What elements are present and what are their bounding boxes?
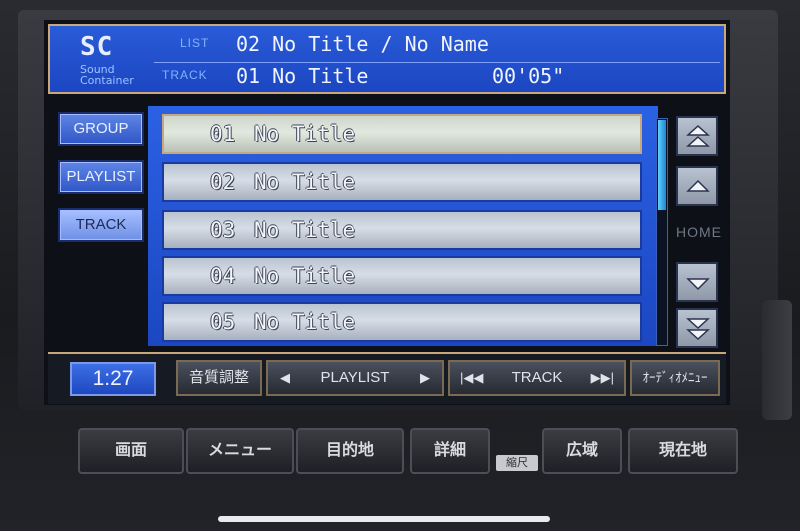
scrollbar-thumb[interactable]	[658, 120, 666, 210]
track-number: 05	[210, 310, 236, 334]
arrow-left-icon: ◀	[280, 370, 290, 385]
scroll-down-button[interactable]	[676, 262, 718, 302]
detail-button[interactable]: 詳細	[410, 428, 490, 474]
track-row[interactable]: 01 No Title	[162, 114, 642, 154]
double-chevron-down-icon	[686, 318, 710, 341]
track-label: TRACK	[162, 68, 208, 82]
page-up-button[interactable]	[676, 116, 718, 156]
arrow-right-icon: ▶	[420, 370, 430, 385]
header-divider	[154, 62, 720, 63]
track-row[interactable]: 02 No Title	[162, 162, 642, 202]
track-row[interactable]: 04 No Title	[162, 256, 642, 296]
playlist-nav-button[interactable]: ◀ PLAYLIST ▶	[266, 360, 444, 396]
list-scrollbar[interactable]	[656, 118, 668, 346]
clock: 1:27	[70, 362, 156, 396]
logo-text: SC	[80, 32, 114, 62]
track-number: 03	[210, 218, 236, 242]
device-photo: SC Sound Container LIST 02 No Title / No…	[0, 0, 800, 531]
skip-previous-icon: |◀◀	[460, 370, 484, 385]
list-value: 02 No Title / No Name	[236, 32, 489, 56]
track-name: No Title	[254, 218, 356, 242]
screen-button[interactable]: 画面	[78, 428, 184, 474]
track-nav-button[interactable]: |◀◀ TRACK ▶▶|	[448, 360, 626, 396]
hardware-button-row: 画面 メニュー 目的地 詳細 広域 現在地	[78, 428, 738, 476]
track-value: 01 No Title	[236, 64, 369, 88]
current-location-button[interactable]: 現在地	[628, 428, 738, 474]
playlist-nav-label: PLAYLIST	[320, 369, 390, 386]
track-nav-label: TRACK	[511, 369, 563, 386]
now-playing-header: SC Sound Container LIST 02 No Title / No…	[48, 24, 726, 94]
destination-button[interactable]: 目的地	[296, 428, 404, 474]
sidebar-item-track[interactable]: TRACK	[58, 208, 144, 242]
zoom-scale-label: 縮尺	[496, 455, 538, 471]
track-list: 01 No Title 02 No Title 03 No Title 04 N…	[148, 106, 658, 346]
track-number: 02	[210, 170, 236, 194]
list-label: LIST	[180, 36, 210, 50]
scroll-up-button[interactable]	[676, 166, 718, 206]
logo-subtitle: Sound Container	[80, 64, 134, 86]
mount-bracket	[762, 300, 792, 420]
sidebar-item-group[interactable]: GROUP	[58, 112, 144, 146]
sound-container-logo: SC Sound Container	[58, 30, 148, 90]
skip-next-icon: ▶▶|	[590, 370, 614, 385]
track-number: 04	[210, 264, 236, 288]
track-name: No Title	[254, 264, 356, 288]
menu-button[interactable]: メニュー	[186, 428, 294, 474]
elapsed-time: 00'05"	[492, 64, 565, 88]
control-bar: 1:27 音質調整 ◀ PLAYLIST ▶ |◀◀ TRACK ▶▶| ｵｰﾃ…	[48, 352, 726, 404]
wide-button[interactable]: 広域	[542, 428, 622, 474]
sound-adjust-button[interactable]: 音質調整	[176, 360, 262, 396]
track-name: No Title	[254, 170, 356, 194]
double-chevron-up-icon	[686, 124, 710, 147]
chevron-down-icon	[686, 278, 710, 291]
logo-subtitle-line-2: Container	[80, 74, 134, 87]
head-unit-screen: SC Sound Container LIST 02 No Title / No…	[44, 20, 730, 405]
page-down-button[interactable]	[676, 308, 718, 348]
track-name: No Title	[254, 122, 356, 146]
chevron-up-icon	[686, 179, 710, 192]
track-name: No Title	[254, 310, 356, 334]
audio-menu-button[interactable]: ｵｰﾃﾞｨｵﾒﾆｭｰ	[630, 360, 720, 396]
home-indicator	[218, 516, 550, 522]
track-row[interactable]: 03 No Title	[162, 210, 642, 250]
track-row[interactable]: 05 No Title	[162, 302, 642, 342]
sidebar-item-playlist[interactable]: PLAYLIST	[58, 160, 144, 194]
track-number: 01	[210, 122, 236, 146]
home-label[interactable]: HOME	[676, 224, 721, 240]
